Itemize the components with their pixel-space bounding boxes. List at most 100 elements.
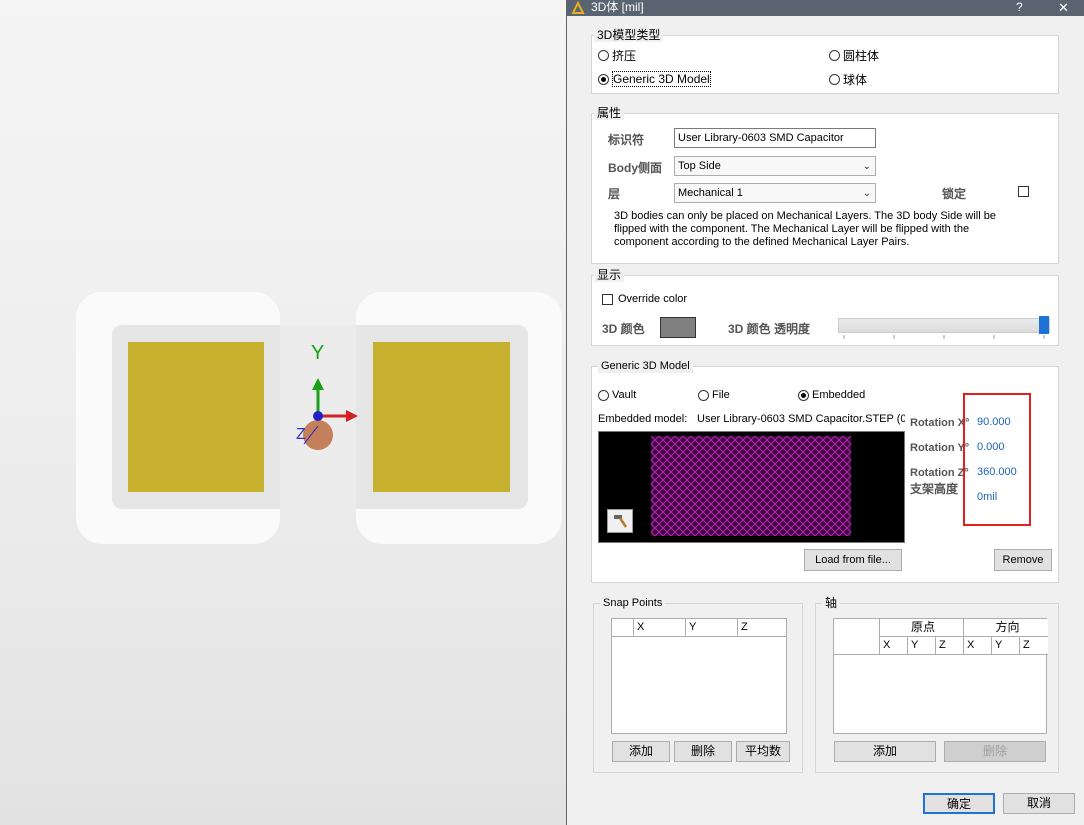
origin-dot [313, 411, 323, 421]
x-axis-arrow [346, 410, 358, 422]
radio-cylinder-label: 圆柱体 [843, 49, 880, 63]
radio-generic-3d-model[interactable]: Generic 3D Model [598, 71, 711, 87]
remove-button[interactable]: Remove [994, 549, 1052, 571]
ok-button[interactable]: 确定 [923, 793, 995, 814]
load-from-file-button[interactable]: Load from file... [804, 549, 902, 571]
radio-vault-indicator[interactable] [598, 389, 609, 401]
chevron-down-icon: ⌄ [862, 188, 871, 199]
opacity-slider-track[interactable] [838, 318, 1050, 333]
edit-model-button[interactable] [607, 509, 633, 533]
snap-delete-button[interactable]: 删除 [674, 741, 732, 762]
chevron-down-icon: ⌄ [862, 161, 871, 172]
axis-legend: 轴 [822, 596, 841, 610]
title-bar[interactable]: 3D体 [mil] ? ✕ [567, 0, 1084, 16]
snap-col-blank [612, 619, 634, 637]
3d-color-swatch[interactable] [660, 317, 696, 338]
lock-label: 锁定 [942, 187, 967, 201]
radio-vault[interactable]: Vault [598, 389, 636, 401]
radio-file-label: File [712, 389, 730, 401]
axis-col-blank [834, 619, 880, 655]
embedded-model-label: Embedded model: [598, 413, 688, 425]
body-side-select[interactable]: Top Side ⌄ [674, 156, 876, 176]
opacity-label: 3D 颜色 透明度 [728, 322, 811, 336]
override-color-label: Override color [618, 293, 688, 305]
radio-extruded-indicator[interactable] [598, 50, 609, 61]
axis-add-button[interactable]: 添加 [834, 741, 936, 762]
rotation-z-label: Rotation Z° [910, 467, 969, 479]
radio-file[interactable]: File [698, 389, 730, 401]
axis-group: 轴 原点 方向 X Y Z X Y Z 添加 删除 [815, 596, 1059, 773]
3d-color-label: 3D 颜色 [602, 322, 645, 336]
radio-embedded[interactable]: Embedded [798, 389, 865, 401]
display-group: 显示 Override color 3D 颜色 3D 颜色 透明度 [591, 268, 1059, 346]
model-preview[interactable] [598, 431, 905, 543]
snap-points-table[interactable]: X Y Z [611, 618, 787, 734]
opacity-slider-ticks [843, 335, 1045, 339]
radio-cylinder[interactable]: 圆柱体 [829, 47, 879, 64]
radio-extruded[interactable]: 挤压 [598, 47, 636, 64]
axis-col-origin-z: Z [936, 637, 964, 655]
body-side-value: Top Side [678, 160, 721, 172]
radio-sphere-indicator[interactable] [829, 74, 840, 85]
radio-extruded-label: 挤压 [612, 49, 637, 63]
body-side-label: Body侧面 [608, 161, 663, 175]
snap-points-legend: Snap Points [600, 596, 666, 610]
properties-legend: 属性 [594, 106, 625, 120]
layer-select[interactable]: Mechanical 1 ⌄ [674, 183, 876, 203]
override-color-checkbox[interactable] [602, 294, 613, 305]
close-icon[interactable]: ✕ [1058, 0, 1069, 15]
snap-col-y: Y [686, 619, 738, 637]
axis-col-dir-y: Y [992, 637, 1020, 655]
help-icon[interactable]: ? [1016, 0, 1023, 15]
pad-right [373, 342, 510, 492]
model-type-group: 3D模型类型 挤压 圆柱体 Generic 3D Model 球体 [591, 28, 1059, 94]
properties-group: 属性 标识符 User Library-0603 SMD Capacitor B… [591, 106, 1059, 264]
3d-body-dialog: 3D体 [mil] ? ✕ 3D模型类型 挤压 圆柱体 Generic 3D M… [566, 0, 1084, 825]
embedded-model-value: User Library-0603 SMD Capacitor.STEP (0 [697, 413, 905, 425]
axis-delete-button[interactable]: 删除 [944, 741, 1046, 762]
radio-generic-indicator[interactable] [598, 73, 609, 85]
identifier-label: 标识符 [608, 133, 645, 147]
snap-points-group: Snap Points X Y Z 添加 删除 平均数 [593, 596, 803, 773]
axis-group-origin: 原点 [880, 619, 964, 637]
model-preview-mesh [651, 436, 851, 536]
axis-group-direction: 方向 [964, 619, 1048, 637]
y-axis-arrow [312, 378, 324, 390]
axis-y-label: Y [311, 342, 325, 364]
origin-sphere [303, 420, 333, 450]
generic-model-group: Generic 3D Model Vault File Embedded Emb… [591, 359, 1059, 583]
radio-sphere[interactable]: 球体 [829, 71, 867, 88]
radio-cylinder-indicator[interactable] [829, 50, 840, 61]
hammer-icon [614, 515, 628, 528]
snap-col-z: Z [738, 619, 786, 637]
3d-viewport[interactable]: Y Z [0, 0, 566, 825]
standoff-height-label: 支架高度 [910, 482, 959, 496]
cancel-button[interactable]: 取消 [1003, 793, 1075, 814]
axis-col-dir-z: Z [1020, 637, 1048, 655]
layer-value: Mechanical 1 [678, 187, 743, 199]
axis-table[interactable]: 原点 方向 X Y Z X Y Z [833, 618, 1048, 734]
pad-left [128, 342, 264, 492]
axis-col-dir-x: X [964, 637, 992, 655]
layer-label: 层 [608, 187, 621, 201]
identifier-input[interactable]: User Library-0603 SMD Capacitor [674, 128, 876, 148]
radio-vault-label: Vault [612, 389, 637, 401]
radio-embedded-label: Embedded [812, 389, 866, 401]
axis-z-label: Z [296, 426, 306, 443]
layer-note: 3D bodies can only be placed on Mechanic… [614, 210, 996, 248]
display-legend: 显示 [594, 268, 625, 282]
radio-file-indicator[interactable] [698, 389, 709, 401]
axis-col-origin-y: Y [908, 637, 936, 655]
radio-generic-label: Generic 3D Model [612, 71, 711, 87]
generic-legend: Generic 3D Model [598, 359, 693, 373]
radio-embedded-indicator[interactable] [798, 389, 809, 401]
snap-average-button[interactable]: 平均数 [736, 741, 790, 762]
lock-checkbox[interactable] [1018, 186, 1029, 197]
rotation-x-label: Rotation X° [910, 417, 970, 429]
opacity-slider-handle[interactable] [1039, 316, 1049, 334]
dialog-title: 3D体 [mil] [591, 0, 644, 14]
snap-col-x: X [634, 619, 686, 637]
axis-col-origin-x: X [880, 637, 908, 655]
app-logo-icon [571, 1, 585, 14]
snap-add-button[interactable]: 添加 [612, 741, 670, 762]
